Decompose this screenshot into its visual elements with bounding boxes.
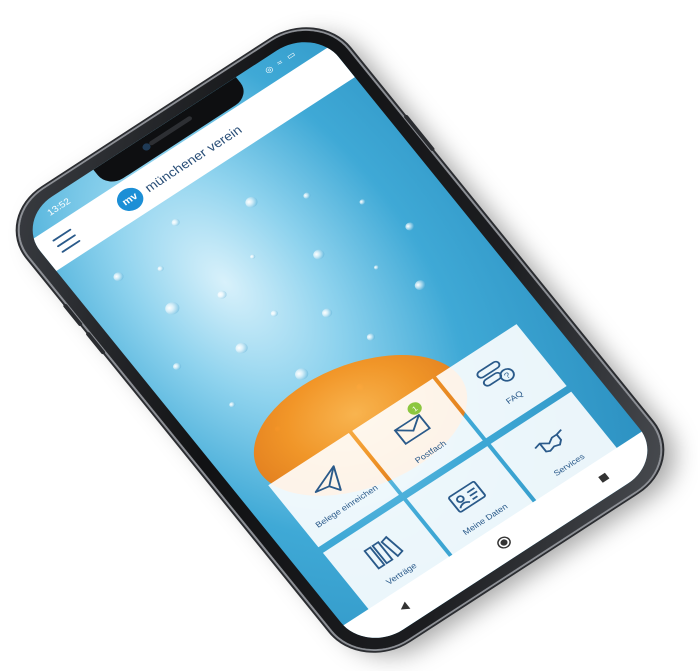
phone-screen: 13:52 ◎ ≈ ▭ mv münchener verein ? FAQ 1 …: [15, 26, 665, 654]
volume-up-button: [62, 303, 83, 327]
volume-down-button: [85, 331, 106, 355]
app-header: mv münchener verein: [31, 46, 355, 271]
smartphone: 13:52 ◎ ≈ ▭ mv münchener verein ? FAQ 1 …: [0, 11, 682, 669]
back-icon[interactable]: [393, 597, 416, 617]
status-time: 13:52: [45, 196, 73, 219]
product-photo: 13:52 ◎ ≈ ▭ mv münchener verein ? FAQ 1 …: [0, 0, 698, 669]
home-icon[interactable]: [493, 533, 516, 553]
recents-icon[interactable]: [592, 468, 615, 488]
brand-logo: mv: [111, 183, 149, 216]
hamburger-menu-icon[interactable]: [52, 228, 81, 254]
tile-faq-label: FAQ: [504, 388, 525, 406]
